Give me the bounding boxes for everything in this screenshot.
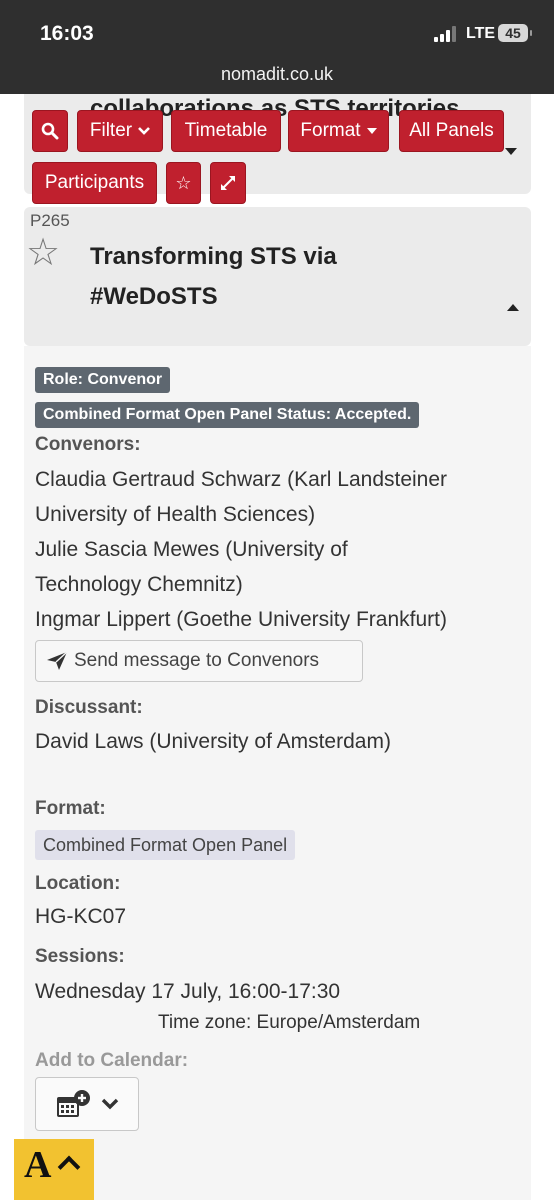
panel-details: Role: Convenor Combined Format Open Pane… — [24, 346, 531, 1200]
sessions-label: Sessions: — [35, 946, 125, 967]
chevron-down-icon — [101, 1098, 119, 1110]
send-message-button[interactable]: Send message to Convenors — [35, 640, 363, 682]
network-label: LTE — [466, 25, 496, 42]
collapse-caret-icon[interactable] — [507, 304, 519, 311]
role-badge: Role: Convenor — [35, 367, 171, 393]
format-chip: Combined Format Open Panel — [35, 830, 296, 860]
discussant-label: Discussant: — [35, 697, 143, 718]
url-bar[interactable]: nomadit.co.uk — [0, 64, 554, 85]
accessibility-toggle[interactable]: A — [14, 1139, 94, 1200]
all-panels-button[interactable]: All Panels — [399, 110, 504, 152]
session-time[interactable]: Wednesday 17 July, 16:00-17:30 — [35, 974, 340, 1009]
caret-down-icon — [366, 128, 377, 134]
accessibility-icon: A — [24, 1144, 52, 1186]
status-time: 16:03 — [40, 22, 94, 45]
convenor-item: Ingmar Lippert (Goethe University Frankf… — [35, 608, 447, 631]
timetable-button[interactable]: Timetable — [171, 110, 281, 152]
status-badge: Combined Format Open Panel Status: Accep… — [35, 402, 420, 428]
expand-button[interactable] — [210, 162, 246, 204]
chevron-up-icon — [58, 1155, 81, 1179]
panel-title: Transforming STS via #WeDoSTS — [90, 243, 337, 310]
paper-plane-icon — [47, 651, 68, 670]
expand-caret-icon[interactable] — [505, 148, 517, 155]
filter-button[interactable]: Filter — [77, 110, 163, 152]
participants-label: Participants — [44, 172, 145, 193]
add-calendar-label: Add to Calendar: — [35, 1050, 189, 1071]
chevron-down-icon — [138, 127, 151, 135]
expand-icon — [221, 176, 235, 190]
convenor-item: Julie Sascia Mewes (University of Techno… — [35, 538, 348, 596]
convenor-item: Claudia Gertraud Schwarz (Karl Landstein… — [35, 468, 448, 526]
format-label: Format: — [35, 798, 106, 819]
battery-icon: 45 — [498, 24, 532, 42]
browser-chrome: 16:03 LTE 45 nomadit.co.uk — [0, 0, 554, 94]
panel-header-card[interactable]: P265 ☆ Transforming STS via #WeDoSTS — [24, 207, 531, 346]
timetable-label: Timetable — [184, 120, 268, 141]
signal-icon — [434, 26, 456, 42]
star-icon: ☆ — [175, 173, 192, 193]
format-button[interactable]: Format — [288, 110, 389, 152]
calendar-plus-icon — [57, 1090, 90, 1117]
timezone: Time zone: Europe/Amsterdam — [158, 1012, 421, 1033]
participants-button[interactable]: Participants — [32, 162, 157, 204]
format-label: Format — [300, 120, 361, 141]
star-icon[interactable]: ☆ — [26, 233, 60, 273]
location-value: HG-KC07 — [35, 905, 127, 928]
panel-code: P265 — [30, 211, 70, 230]
discussant-value: David Laws (University of Amsterdam) — [35, 730, 391, 753]
all-panels-label: All Panels — [409, 120, 494, 141]
filter-label: Filter — [89, 120, 133, 141]
location-label: Location: — [35, 873, 121, 894]
add-to-calendar-button[interactable] — [35, 1077, 139, 1131]
convenors-label: Convenors: — [35, 434, 141, 455]
send-message-label: Send message to Convenors — [74, 650, 320, 671]
search-icon — [41, 122, 59, 140]
search-button[interactable] — [32, 110, 68, 152]
favourites-button[interactable]: ☆ — [166, 162, 201, 204]
